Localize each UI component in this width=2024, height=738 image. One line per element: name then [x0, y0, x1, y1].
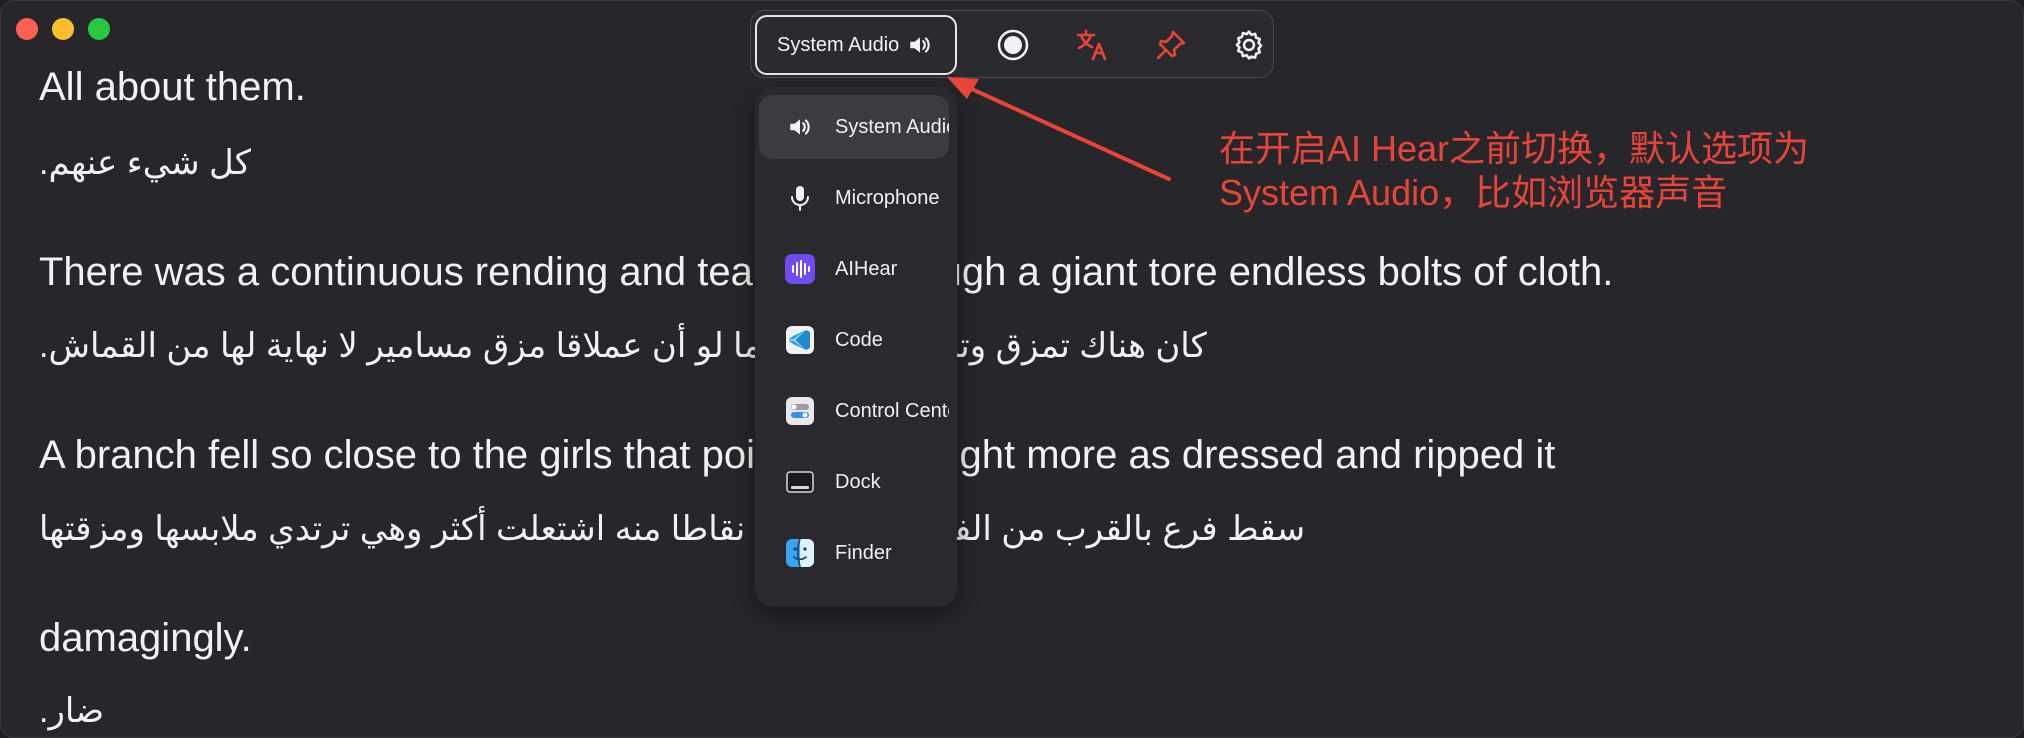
annotation-callout: 在开启AI Hear之前切换，默认选项为 System Audio，比如浏览器声… — [1219, 127, 1809, 215]
annotation-line: 在开启AI Hear之前切换，默认选项为 — [1219, 128, 1810, 169]
annotation-arrow — [947, 77, 1171, 181]
transcript-line-en: damagingly. — [39, 616, 252, 660]
aihear-app-icon — [785, 254, 815, 284]
menu-item-label: Microphone — [835, 186, 940, 209]
transcript-line-ar: كان هناك تمزق وتمزق مستمر كما لو أن عملا… — [39, 327, 1207, 365]
dock-app-icon — [785, 467, 815, 497]
app-window: All about them. كل شيء عنهم. There was a… — [0, 0, 2024, 738]
menu-item-label: AIHear — [835, 257, 898, 280]
menu-item-label: Dock — [835, 470, 881, 493]
menu-item-label: Code — [835, 328, 883, 351]
speaker-icon — [785, 112, 815, 142]
speaker-icon — [907, 32, 933, 64]
microphone-icon — [785, 183, 815, 213]
gear-icon[interactable] — [1229, 25, 1269, 65]
audio-source-label: System Audio — [777, 33, 900, 56]
menu-item-system-audio[interactable]: System Audio — [759, 95, 949, 159]
transcript-line-ar: كل شيء عنهم. — [39, 144, 251, 182]
close-button[interactable] — [16, 18, 38, 40]
zoom-button[interactable] — [88, 18, 110, 40]
menu-item-code[interactable]: Code — [759, 308, 949, 372]
vscode-app-icon — [785, 325, 815, 355]
menu-item-label: Control Center — [835, 399, 949, 422]
minimize-button[interactable] — [52, 18, 74, 40]
annotation-line: System Audio，比如浏览器声音 — [1219, 172, 1728, 213]
menu-item-dock[interactable]: Dock — [759, 450, 949, 514]
window-controls — [16, 18, 110, 40]
pin-icon[interactable] — [1151, 25, 1191, 65]
transcript-line-ar: ضار. — [39, 692, 105, 730]
audio-source-button[interactable]: System Audio — [755, 15, 957, 75]
record-icon[interactable] — [993, 25, 1033, 65]
control-center-app-icon — [785, 396, 815, 426]
translate-icon[interactable] — [1073, 25, 1113, 65]
floating-toolbar: System Audio — [750, 10, 1274, 78]
finder-app-icon — [785, 538, 815, 568]
audio-source-menu: System Audio Microphone AIHear Code Cont… — [755, 87, 957, 607]
menu-item-aihear[interactable]: AIHear — [759, 237, 949, 301]
transcript-line-ar: سقط فرع بالقرب من الفتيات لدرجة أن نقاطا… — [39, 510, 1306, 548]
menu-item-control-center[interactable]: Control Center — [759, 379, 949, 443]
menu-item-finder[interactable]: Finder — [759, 521, 949, 585]
menu-item-label: Finder — [835, 541, 892, 564]
menu-item-microphone[interactable]: Microphone — [759, 166, 949, 230]
transcript-line-en: All about them. — [39, 65, 306, 109]
menu-item-label: System Audio — [835, 115, 949, 138]
